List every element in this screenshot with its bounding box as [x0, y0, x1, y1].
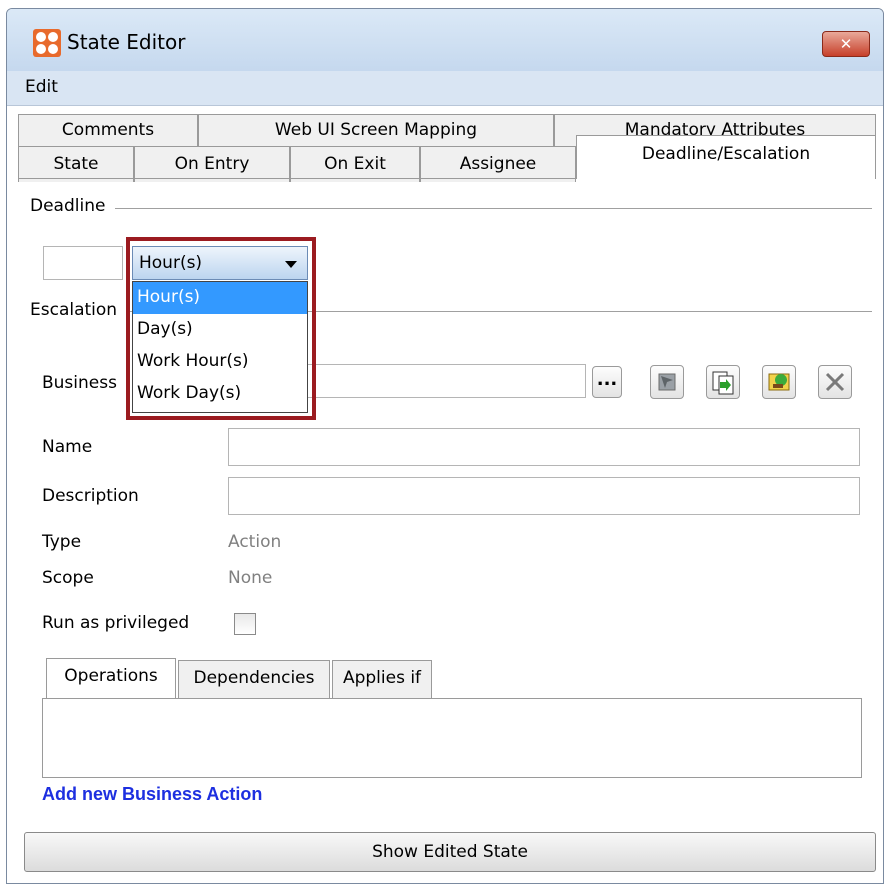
subtab-dependencies[interactable]: Dependencies: [178, 660, 330, 698]
show-edited-state-button[interactable]: Show Edited State: [24, 832, 876, 872]
edit-icon[interactable]: [762, 365, 796, 399]
business-action-input[interactable]: [300, 364, 586, 398]
copy-icon[interactable]: [706, 365, 740, 399]
escalation-group-label: Escalation: [30, 300, 128, 320]
run-privileged-label: Run as privileged: [42, 613, 190, 633]
name-label: Name: [42, 437, 93, 457]
close-button[interactable]: ✕: [822, 31, 870, 57]
type-value: Action: [228, 532, 282, 552]
name-input[interactable]: [228, 428, 860, 466]
tab-comments[interactable]: Comments: [18, 114, 198, 148]
deadline-group-label: Deadline: [30, 196, 116, 216]
tab-on-exit[interactable]: On Exit: [290, 146, 420, 182]
tab-web-ui-screen-mapping[interactable]: Web UI Screen Mapping: [198, 114, 554, 148]
tab-on-entry[interactable]: On Entry: [134, 146, 290, 182]
browse-button[interactable]: ...: [592, 366, 622, 398]
menu-edit[interactable]: Edit: [25, 77, 58, 97]
business-action-label: Business: [42, 373, 117, 393]
delete-icon[interactable]: [818, 365, 852, 399]
operations-panel: [42, 698, 862, 778]
type-label: Type: [42, 532, 82, 552]
select-icon[interactable]: [650, 365, 684, 399]
scope-value: None: [228, 568, 273, 588]
deadline-group-line: [30, 208, 872, 209]
tab-pane-border: [18, 178, 576, 179]
subtab-operations[interactable]: Operations: [46, 658, 176, 698]
subtab-applies-if[interactable]: Applies if: [332, 660, 432, 698]
highlight-frame: [126, 237, 316, 420]
run-privileged-checkbox[interactable]: [234, 613, 256, 635]
add-business-action-link[interactable]: Add new Business Action: [42, 784, 262, 805]
tab-assignee[interactable]: Assignee: [420, 146, 576, 182]
description-input[interactable]: [228, 477, 860, 515]
tab-deadline-escalation[interactable]: Deadline/Escalation: [576, 135, 876, 179]
title-bar[interactable]: State Editor ✕: [7, 9, 883, 71]
window-title: State Editor: [67, 30, 186, 54]
menu-bar: Edit: [7, 71, 883, 106]
scope-label: Scope: [42, 568, 94, 588]
description-label: Description: [42, 486, 139, 506]
deadline-value-input[interactable]: [43, 246, 123, 280]
app-icon: [33, 29, 61, 57]
tab-state[interactable]: State: [18, 146, 134, 182]
